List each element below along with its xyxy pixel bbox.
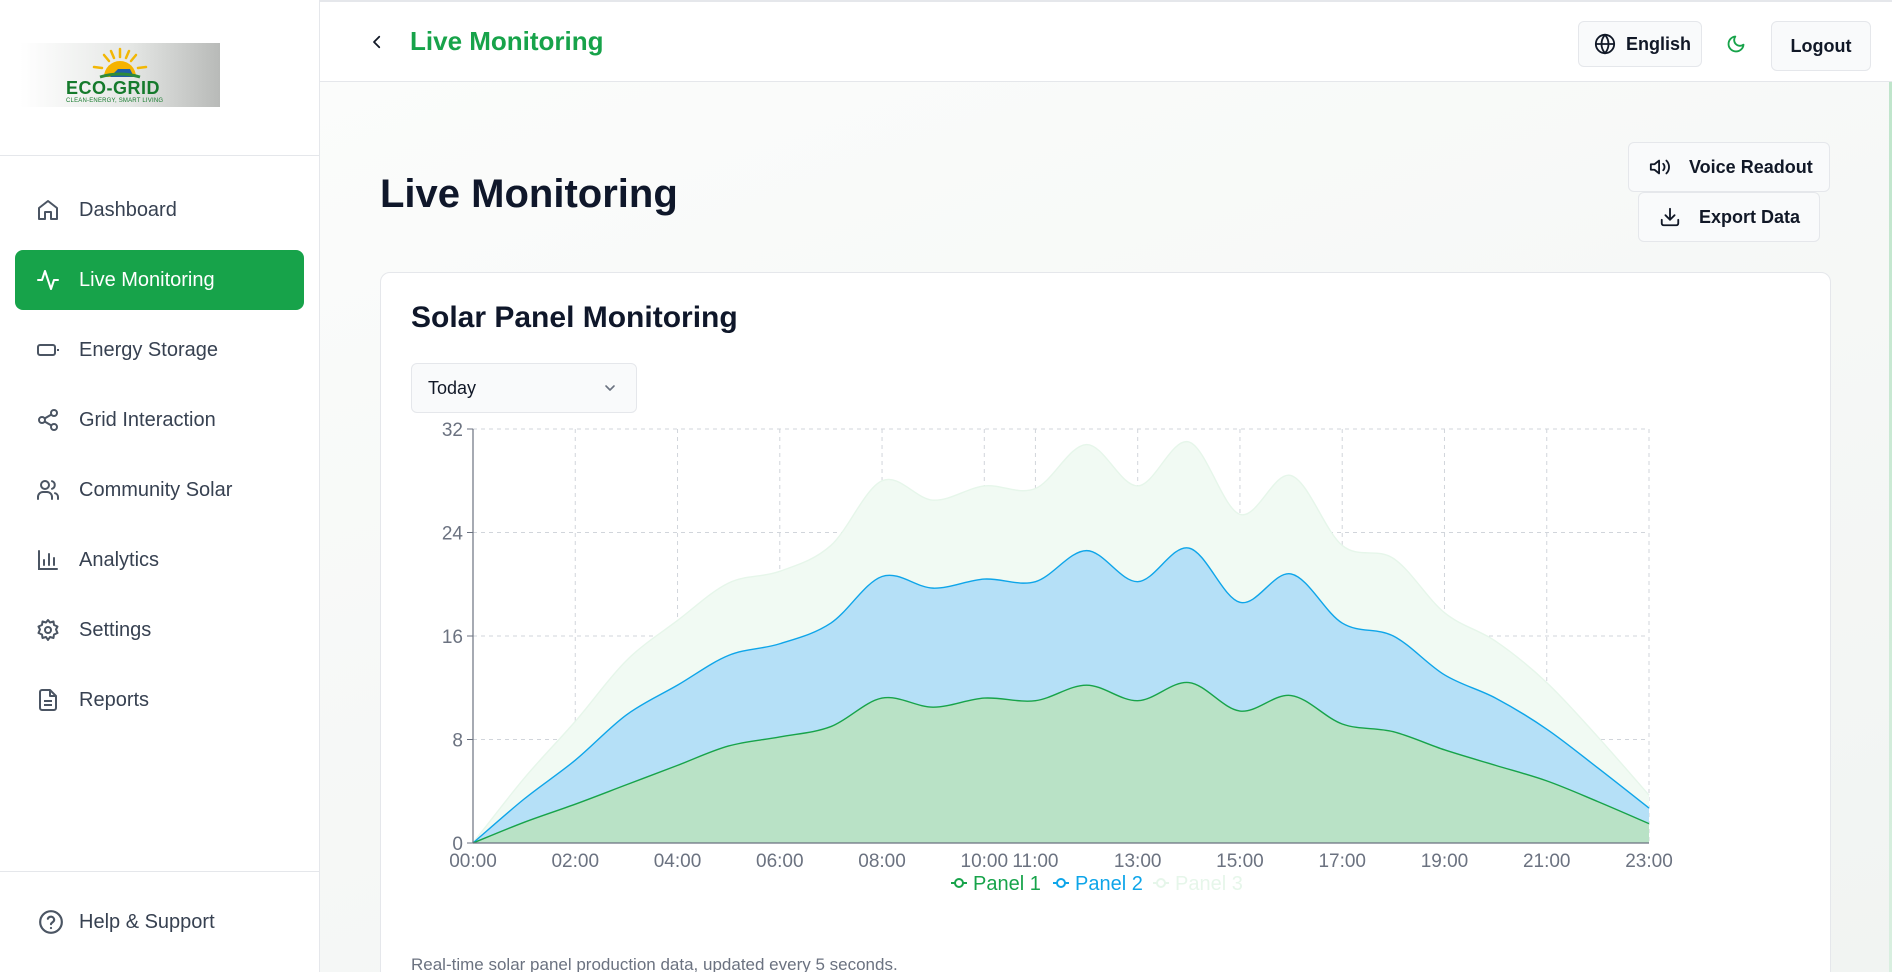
sidebar-item-label: Settings [79,618,152,641]
help-support-link[interactable]: Help & Support [0,871,320,972]
sidebar-item-settings[interactable]: Settings [15,600,304,660]
globe-icon [1594,33,1616,55]
x-tick-label: 19:00 [1421,851,1469,872]
solar-production-chart: 0816243200:00 02:00 04:00 06:00 08:00 10:00 11… [442,420,1673,895]
sidebar-item-grid-interaction[interactable]: Grid Interaction [15,390,304,450]
battery-icon [35,337,61,363]
y-tick-label: 32 [442,420,463,441]
y-tick-label: 8 [452,731,463,752]
x-tick-label: 23:00 [1625,851,1673,872]
gear-icon [35,617,61,643]
sidebar-item-label: Reports [79,688,150,711]
time-range-value: Today [428,377,477,398]
sidebar: ECO-GRID CLEAN-ENERGY, SMART LIVING Dash… [0,0,320,972]
x-tick-label: 00:00 [449,851,497,872]
sidebar-nav: Dashboard Live Monitoring Energy Storage… [15,180,304,740]
x-tick-label: 06:00 [756,851,804,872]
eco-grid-logo[interactable]: ECO-GRID CLEAN-ENERGY, SMART LIVING [20,43,220,107]
export-data-label: Export Data [1699,206,1801,227]
sidebar-item-label: Analytics [79,548,160,571]
sidebar-item-energy-storage[interactable]: Energy Storage [15,320,304,380]
sidebar-item-reports[interactable]: Reports [15,670,304,730]
chevron-down-icon [602,380,618,396]
x-tick-label: 15:00 [1216,851,1264,872]
back-button[interactable] [365,30,389,54]
logo-tagline: CLEAN-ENERGY, SMART LIVING [66,98,164,104]
sidebar-item-label: Live Monitoring [79,268,215,291]
card-title: Solar Panel Monitoring [411,301,738,334]
file-text-icon [35,687,61,713]
voice-readout-label: Voice Readout [1689,156,1813,177]
solar-monitoring-card: Solar Panel Monitoring Today 0 8 16 24 32 00:… [380,272,1831,972]
x-tick-label: 21:00 [1523,851,1571,872]
export-data-button[interactable]: Export Data [1638,192,1820,242]
help-circle-icon [38,909,64,935]
sidebar-item-label: Community Solar [79,478,233,501]
share-icon [35,407,61,433]
home-icon [35,197,61,223]
sidebar-item-analytics[interactable]: Analytics [15,530,304,590]
x-tick-label: 11:00 [1012,851,1058,872]
x-tick-label: 13:00 [1114,851,1162,872]
page-title: Live Monitoring [380,172,678,216]
y-tick-label: 24 [442,524,464,545]
voice-readout-button[interactable]: Voice Readout [1628,142,1830,192]
x-tick-label: 02:00 [551,851,599,872]
top-bar: Live Monitoring English Logout [320,0,1892,82]
language-button[interactable]: English [1578,21,1702,67]
theme-toggle-button[interactable] [1724,32,1748,56]
legend-label: Panel 1 [973,873,1041,895]
x-tick-label: 04:00 [654,851,702,872]
logo-area: ECO-GRID CLEAN-ENERGY, SMART LIVING [0,0,319,156]
x-tick-label: 10:00 [961,851,1009,872]
legend-swatch-dot [954,878,964,888]
legend-label: Panel 3 [1175,873,1243,895]
moon-icon [1727,35,1745,53]
users-icon [35,477,61,503]
logo-name: ECO-GRID [66,78,160,98]
bar-chart-icon [35,547,61,573]
sidebar-item-label: Dashboard [79,198,177,221]
x-tick-label: 17:00 [1318,851,1366,872]
x-tick-label: 08:00 [858,851,906,872]
sidebar-item-label: Energy Storage [79,338,218,361]
legend-swatch-dot [1156,878,1166,888]
main-content: Live Monitoring Voice Readout Export Dat… [320,82,1892,972]
y-tick-label: 16 [442,627,463,648]
speaker-icon [1649,156,1671,178]
legend-label: Panel 2 [1075,873,1143,895]
activity-icon [35,267,61,293]
sun-icon [92,47,148,79]
sidebar-item-label: Grid Interaction [79,408,216,431]
download-icon [1659,206,1681,228]
sidebar-item-dashboard[interactable]: Dashboard [15,180,304,240]
help-label: Help & Support [79,910,215,933]
logout-button[interactable]: Logout [1771,21,1871,71]
sidebar-item-community-solar[interactable]: Community Solar [15,460,304,520]
time-range-select[interactable]: Today [411,363,637,413]
top-bar-title: Live Monitoring [410,26,604,56]
legend-swatch-dot [1056,878,1066,888]
chart-caption: Real-time solar panel production data, u… [411,955,898,972]
language-label: English [1626,33,1692,54]
chevron-left-icon [373,35,381,49]
sidebar-item-live-monitoring[interactable]: Live Monitoring [15,250,304,310]
